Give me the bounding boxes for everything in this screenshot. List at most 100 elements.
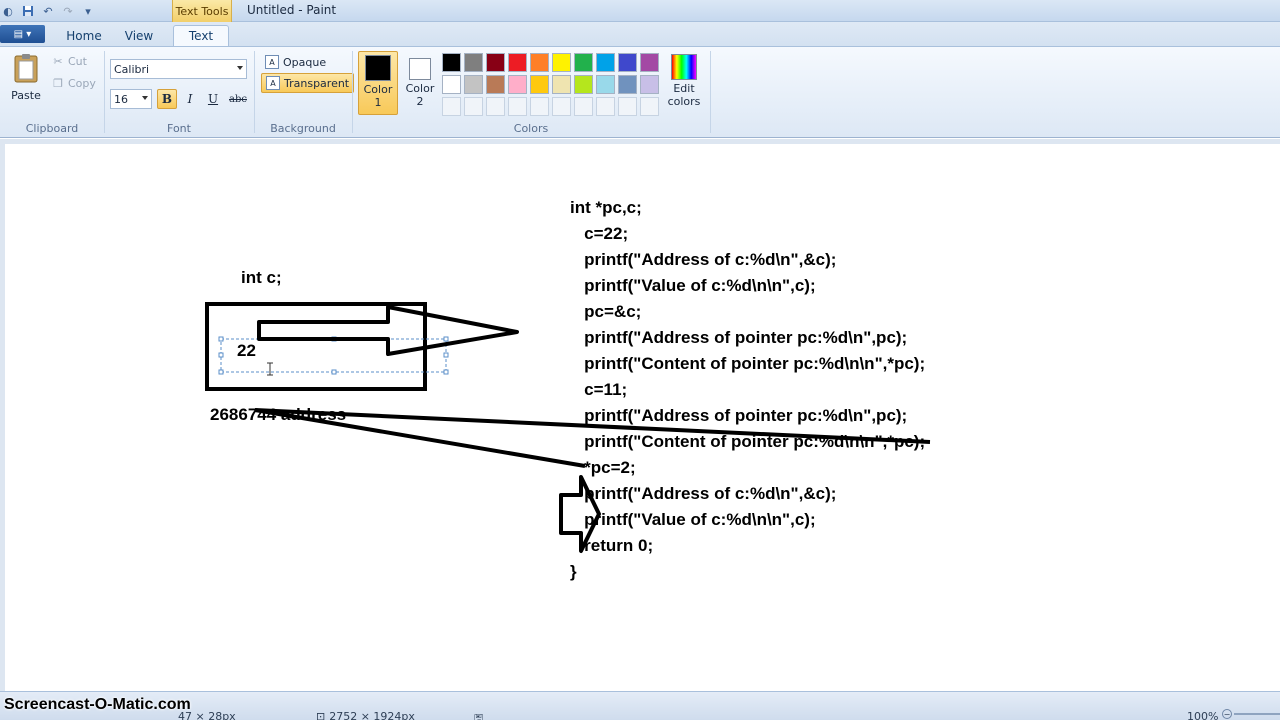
palette-empty-slot[interactable] — [552, 97, 571, 116]
palette-color[interactable] — [596, 75, 615, 94]
clipboard-icon — [14, 54, 38, 83]
font-family-select[interactable]: Calibri — [110, 59, 247, 79]
underline-button[interactable]: U — [203, 89, 223, 109]
palette-color[interactable] — [574, 53, 593, 72]
palette-color[interactable] — [464, 53, 483, 72]
disk-icon: 🖫 — [474, 712, 484, 720]
ribbon-separator — [710, 51, 711, 133]
transparent-button[interactable]: A Transparent — [261, 73, 355, 93]
palette-color[interactable] — [486, 53, 505, 72]
window-title: Untitled - Paint — [247, 3, 337, 17]
save-icon[interactable] — [20, 3, 36, 19]
palette-empty-slot[interactable] — [618, 97, 637, 116]
tab-home[interactable]: Home — [60, 25, 108, 46]
paste-button[interactable]: Paste — [6, 51, 46, 107]
ribbon: Paste ✂ Cut ❐ Copy Clipboard Calibri 16 … — [0, 46, 1280, 138]
color1-swatch — [365, 55, 391, 81]
palette-empty-slot[interactable] — [486, 97, 505, 116]
palette-color[interactable] — [508, 53, 527, 72]
paint-menu-button[interactable]: ▤ ▾ — [0, 25, 45, 43]
bold-button[interactable]: B — [157, 89, 177, 109]
selection-handles — [218, 336, 449, 375]
text-cursor-icon — [267, 362, 273, 376]
palette-empty-slot[interactable] — [640, 97, 659, 116]
transparent-label: Transparent — [284, 76, 350, 90]
drawing-canvas[interactable]: int c; 22 2686744 address int *pc,c; c=2… — [5, 144, 1280, 691]
paste-label: Paste — [11, 89, 41, 102]
palette-color[interactable] — [618, 75, 637, 94]
redo-icon[interactable]: ↷ — [60, 3, 76, 19]
palette-color[interactable] — [442, 53, 461, 72]
copy-button[interactable]: ❐ Copy — [52, 77, 96, 90]
color1-button[interactable]: Color 1 — [358, 51, 398, 115]
copy-label: Copy — [68, 77, 96, 90]
palette-color[interactable] — [574, 75, 593, 94]
variable-box — [205, 302, 427, 391]
clipboard-group-label: Clipboard — [25, 122, 79, 135]
scissors-icon: ✂ — [53, 55, 63, 68]
palette-color[interactable] — [640, 75, 659, 94]
edit-colors-button[interactable]: Edit colors — [664, 51, 704, 115]
pointer-arrow — [257, 305, 519, 356]
palette-color[interactable] — [508, 75, 527, 94]
text-selection-box — [220, 338, 447, 373]
tab-text[interactable]: Text — [173, 25, 229, 46]
color2-button[interactable]: Color 2 — [400, 51, 440, 115]
palette-empty-slot[interactable] — [442, 97, 461, 116]
palette-color[interactable] — [552, 53, 571, 72]
palette-color[interactable] — [640, 53, 659, 72]
selection-size: 47 × 28px — [178, 710, 236, 720]
cut-button[interactable]: ✂ Cut — [52, 55, 87, 68]
zoom-out-icon[interactable]: − — [1222, 709, 1232, 719]
zoom-slider[interactable]: − — [1222, 709, 1280, 719]
color-palette — [442, 53, 659, 116]
color2-label: Color 2 — [405, 82, 435, 108]
hand-drawn-shapes — [205, 302, 931, 553]
image-size-icon: ⊡ — [316, 710, 326, 720]
title-bar: ◐ ↶ ↷ ▾ Text Tools Untitled - Paint — [0, 0, 1280, 22]
edit-colors-label: Edit colors — [667, 82, 701, 108]
ribbon-separator — [254, 51, 255, 133]
palette-color[interactable] — [464, 75, 483, 94]
paint-app-icon[interactable]: ◐ — [0, 3, 16, 19]
customize-dropdown-icon[interactable]: ▾ — [80, 3, 96, 19]
palette-color[interactable] — [530, 53, 549, 72]
zoom-value: 100% — [1187, 710, 1219, 720]
zoom-track[interactable] — [1234, 713, 1280, 715]
selection-size-value: 47 × 28px — [178, 710, 236, 720]
color2-swatch — [409, 58, 431, 80]
palette-empty-slot[interactable] — [508, 97, 527, 116]
copy-icon: ❐ — [53, 77, 63, 90]
palette-empty-slot[interactable] — [574, 97, 593, 116]
image-size-value: 2752 × 1924px — [329, 710, 415, 720]
opaque-button[interactable]: A Opaque — [261, 52, 330, 72]
color1-label: Color 1 — [363, 83, 393, 109]
screencast-watermark: Screencast-O-Matic.com — [4, 696, 191, 713]
font-size-select[interactable]: 16 — [110, 89, 152, 109]
ribbon-separator — [352, 51, 353, 133]
palette-empty-slot[interactable] — [530, 97, 549, 116]
strikethrough-button[interactable]: abc — [226, 89, 250, 109]
opaque-label: Opaque — [283, 55, 327, 69]
palette-color[interactable] — [442, 75, 461, 94]
undo-icon[interactable]: ↶ — [40, 3, 56, 19]
palette-color[interactable] — [596, 53, 615, 72]
transparent-icon: A — [266, 76, 280, 90]
palette-color[interactable] — [618, 53, 637, 72]
opaque-icon: A — [265, 55, 279, 69]
font-size-value: 16 — [114, 92, 128, 106]
palette-empty-slot[interactable] — [596, 97, 615, 116]
tab-view[interactable]: View — [115, 25, 163, 46]
colors-group-label: Colors — [513, 122, 549, 135]
background-group-label: Background — [270, 122, 336, 135]
palette-empty-slot[interactable] — [464, 97, 483, 116]
italic-button[interactable]: I — [180, 89, 200, 109]
color-spectrum-icon — [671, 54, 697, 80]
canvas-area[interactable]: int c; 22 2686744 address int *pc,c; c=2… — [0, 139, 1280, 691]
palette-color[interactable] — [552, 75, 571, 94]
disk-size: 🖫 — [474, 710, 483, 720]
palette-color[interactable] — [530, 75, 549, 94]
font-family-value: Calibri — [114, 62, 150, 76]
quick-access-toolbar: ◐ ↶ ↷ ▾ — [0, 2, 96, 20]
palette-color[interactable] — [486, 75, 505, 94]
